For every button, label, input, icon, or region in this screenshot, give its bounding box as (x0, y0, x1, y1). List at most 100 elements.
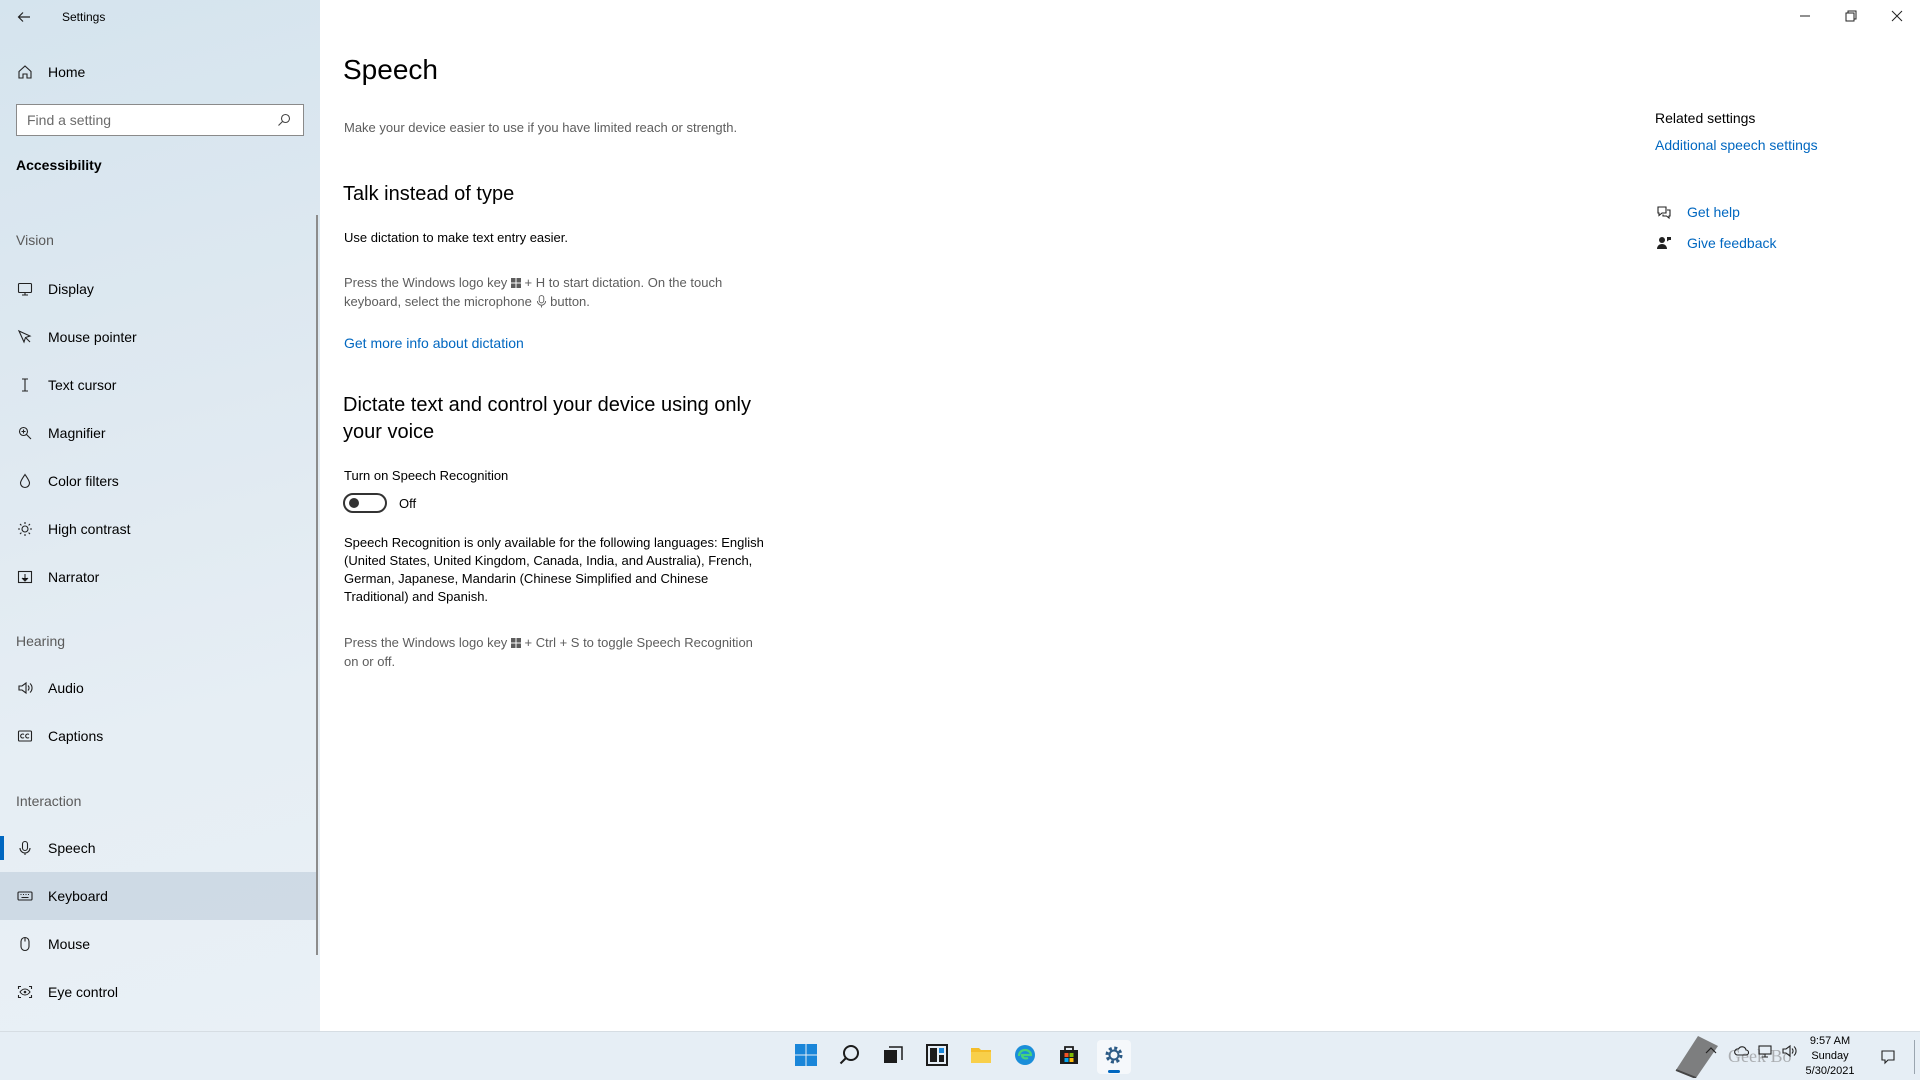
toggle-knob (349, 498, 359, 508)
back-button[interactable] (0, 0, 48, 34)
sun-icon (16, 520, 34, 538)
network-icon[interactable] (1756, 1042, 1774, 1060)
sidebar: Settings Home Accessibility Vision Displ… (0, 0, 320, 1031)
restore-button[interactable] (1828, 0, 1874, 32)
chevron-up-icon[interactable] (1702, 1042, 1720, 1060)
minimize-icon (1796, 7, 1814, 25)
notification-icon (1879, 1048, 1897, 1066)
gear-icon (1102, 1043, 1126, 1072)
main-content: Speech Make your device easier to use if… (320, 0, 1920, 1031)
settings-taskbar-button[interactable] (1097, 1040, 1131, 1074)
mouse-icon (16, 935, 34, 953)
widgets-icon (925, 1043, 949, 1072)
dictation-info-link[interactable]: Get more info about dictation (344, 335, 524, 351)
folder-icon (969, 1043, 993, 1072)
sidebar-item-label: Text cursor (48, 377, 117, 393)
task-view-icon (881, 1043, 905, 1072)
speech-recognition-toggle[interactable] (343, 493, 387, 513)
sidebar-item-label: Magnifier (48, 425, 106, 441)
supported-languages-text: Speech Recognition is only available for… (344, 535, 764, 604)
search-input[interactable] (27, 112, 275, 128)
selection-indicator (0, 836, 4, 860)
clock[interactable]: 9:57 AM Sunday 5/30/2021 (1800, 1034, 1860, 1079)
sidebar-item-label: Mouse pointer (48, 329, 137, 345)
close-button[interactable] (1874, 0, 1920, 32)
search-taskbar-button[interactable] (833, 1040, 867, 1074)
sidebar-item-label: High contrast (48, 521, 131, 537)
app-title: Settings (62, 10, 106, 24)
sidebar-item-label: Color filters (48, 473, 119, 489)
clock-date: 5/30/2021 (1805, 1065, 1855, 1077)
related-settings-title: Related settings (1655, 110, 1756, 126)
section-heading-voice: Dictate text and control your device usi… (343, 394, 751, 443)
text-cursor-icon (16, 376, 34, 394)
sidebar-item-magnifier[interactable]: Magnifier (0, 412, 318, 454)
sidebar-item-high-contrast[interactable]: High contrast (0, 508, 318, 550)
sidebar-item-color-filters[interactable]: Color filters (0, 460, 318, 502)
notification-center-button[interactable] (1876, 1045, 1900, 1069)
onedrive-cloud-icon[interactable] (1732, 1042, 1750, 1060)
start-button[interactable] (789, 1040, 823, 1074)
speech-recognition-hint: Press the Windows logo key + Ctrl + S to… (344, 635, 753, 669)
sidebar-item-mouse-pointer[interactable]: Mouse pointer (0, 316, 318, 358)
captions-icon (16, 727, 34, 745)
home-icon (16, 63, 34, 81)
dictation-subtitle: Use dictation to make text entry easier. (344, 230, 568, 245)
magnifier-icon (16, 424, 34, 442)
sidebar-item-label: Keyboard (48, 888, 108, 904)
sidebar-item-captions[interactable]: Captions (0, 715, 318, 757)
group-label-hearing: Hearing (16, 633, 66, 649)
sidebar-item-label: Eye control (48, 984, 119, 1000)
clock-day: Sunday (1811, 1050, 1849, 1062)
sidebar-item-mouse[interactable]: Mouse (0, 923, 318, 965)
page-title: Speech (343, 54, 438, 85)
speaker-icon (16, 679, 34, 697)
minimize-button[interactable] (1782, 0, 1828, 32)
get-help-link[interactable]: Get help (1655, 203, 1740, 221)
sidebar-item-narrator[interactable]: Narrator (0, 556, 318, 598)
search-icon[interactable] (275, 111, 293, 129)
sidebar-item-label: Display (48, 281, 94, 297)
taskbar: Geek Bo 9:57 AM Sunday 5/30/2021 (0, 1031, 1920, 1080)
group-label-interaction: Interaction (16, 793, 82, 809)
sidebar-item-eye-control[interactable]: Eye control (0, 971, 318, 1013)
system-tray (1702, 1042, 1798, 1060)
show-desktop-divider[interactable] (1914, 1040, 1915, 1074)
clock-time: 9:57 AM (1809, 1035, 1851, 1047)
sidebar-item-text-cursor[interactable]: Text cursor (0, 364, 318, 406)
search-box[interactable] (16, 104, 304, 136)
back-arrow-icon (15, 8, 33, 26)
windows-logo-icon (510, 635, 521, 653)
give-feedback-link[interactable]: Give feedback (1655, 234, 1777, 252)
microphone-icon (536, 295, 547, 313)
store-button[interactable] (1052, 1040, 1086, 1074)
file-explorer-button[interactable] (964, 1040, 998, 1074)
edge-browser-button[interactable] (1008, 1040, 1042, 1074)
sidebar-item-label: Captions (48, 728, 104, 744)
task-view-button[interactable] (876, 1040, 910, 1074)
volume-icon[interactable] (1780, 1042, 1798, 1060)
window-controls (1782, 0, 1920, 32)
keyboard-icon (16, 887, 34, 905)
widgets-button[interactable] (920, 1040, 954, 1074)
dictation-hint: Press the Windows logo key + H to start … (344, 274, 722, 313)
section-heading-talk: Talk instead of type (343, 183, 515, 205)
sidebar-scrollbar[interactable] (316, 215, 318, 955)
group-label-vision: Vision (16, 232, 54, 248)
mouse-pointer-icon (16, 328, 34, 346)
sidebar-item-label: Audio (48, 680, 84, 696)
page-description: Make your device easier to use if you ha… (344, 120, 738, 135)
speech-recognition-label: Turn on Speech Recognition (344, 468, 509, 483)
speech-recognition-toggle-row: Off (343, 493, 416, 513)
sidebar-item-audio[interactable]: Audio (0, 667, 318, 709)
additional-speech-settings-link[interactable]: Additional speech settings (1655, 137, 1818, 153)
help-chat-icon (1655, 203, 1673, 221)
store-icon (1057, 1043, 1081, 1072)
windows-logo-icon (510, 275, 521, 293)
narrator-icon (16, 568, 34, 586)
sidebar-item-keyboard[interactable]: Keyboard (0, 872, 318, 920)
sidebar-item-label: Narrator (48, 569, 100, 585)
sidebar-item-display[interactable]: Display (0, 268, 318, 310)
sidebar-item-speech[interactable]: Speech (0, 827, 318, 869)
sidebar-item-home[interactable]: Home (0, 54, 320, 90)
